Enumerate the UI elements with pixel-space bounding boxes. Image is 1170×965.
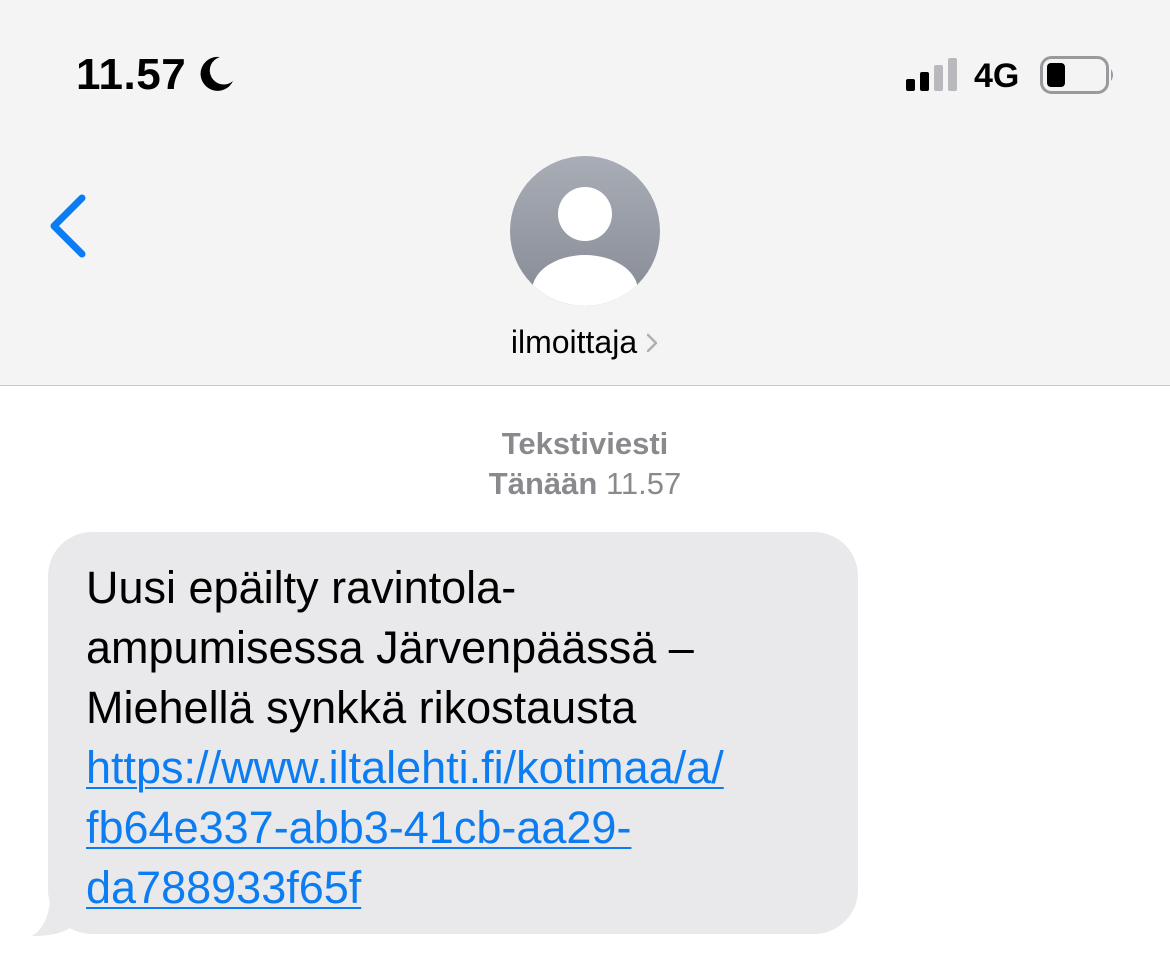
message-line: Miehellä synkkä rikostausta: [86, 682, 637, 733]
message-link-line[interactable]: fb64e337-abb3-41cb-aa29-: [86, 798, 846, 858]
chevron-left-icon[interactable]: [44, 190, 96, 262]
contact-name: ilmoittaja: [510, 324, 638, 360]
battery-icon: [1040, 56, 1113, 94]
message-line: ampumisessa Järvenpäässä –: [86, 622, 694, 673]
chevron-right-icon: [646, 333, 658, 353]
person-silhouette-icon[interactable]: [510, 156, 660, 306]
message-link[interactable]: https://www.iltalehti.fi/kotimaa/a/ fb64…: [86, 738, 846, 918]
navigation-header: 11.57 4G ilmoittaja: [0, 0, 1170, 386]
message-type-label: Tekstiviesti: [501, 426, 669, 461]
status-bar-time: 11.57: [76, 50, 187, 99]
message-line: Uusi epäilty ravintola-: [86, 562, 517, 613]
moon-icon: [200, 56, 233, 91]
timestamp-time: 11.57: [605, 466, 682, 501]
message-timestamp: Tänään 11.57: [0, 464, 1170, 504]
message-link-line[interactable]: https://www.iltalehti.fi/kotimaa/a/: [86, 738, 846, 798]
contact-name-button[interactable]: ilmoittaja: [0, 320, 1170, 364]
message-link-line[interactable]: da788933f65f: [86, 858, 846, 918]
message-text: Uusi epäilty ravintola- ampumisessa Järv…: [86, 558, 846, 918]
network-type-label: 4G: [974, 57, 1020, 95]
timestamp-day: Tänään: [488, 466, 598, 501]
signal-bars-icon: [906, 58, 957, 91]
